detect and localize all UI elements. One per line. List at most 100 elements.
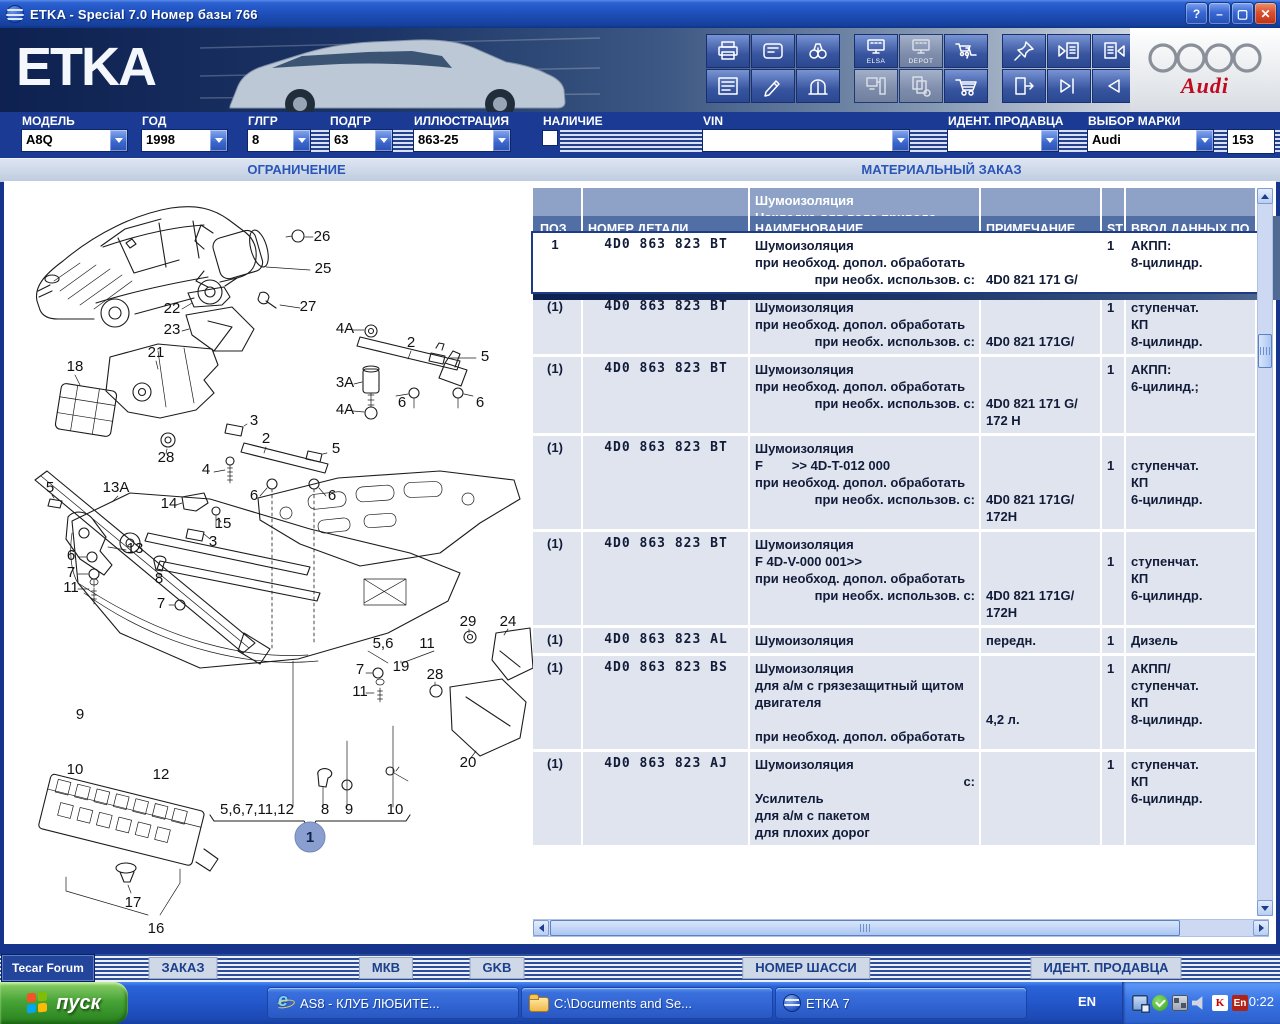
first-page-icon[interactable] <box>1047 69 1091 103</box>
diagram-callout-10[interactable]: 10 <box>387 801 404 818</box>
model-select[interactable]: A8Q <box>22 130 127 151</box>
diagram-callout-29[interactable]: 29 <box>460 613 477 630</box>
diagram-callout-5[interactable]: 5 <box>332 440 340 457</box>
diagram-callout-22[interactable]: 22 <box>164 300 181 317</box>
terminal-icon[interactable] <box>854 69 898 103</box>
diagram-callout-5,6[interactable]: 5,6 <box>373 635 394 652</box>
diagram-callout-16[interactable]: 16 <box>148 920 165 937</box>
minimize-button[interactable]: – <box>1209 3 1230 24</box>
language-square-icon[interactable]: En <box>1232 995 1248 1011</box>
cart-icon[interactable] <box>944 69 988 103</box>
diagram-callout-27[interactable]: 27 <box>300 298 317 315</box>
diagram-callout-14[interactable]: 14 <box>161 495 178 512</box>
diagram-callout-4A[interactable]: 4A <box>336 320 354 337</box>
diagram-callout-23[interactable]: 23 <box>164 321 181 338</box>
main-group-select[interactable]: 8 <box>248 130 310 151</box>
vin-input[interactable] <box>703 130 909 151</box>
diagram-callout-10[interactable]: 10 <box>67 761 84 778</box>
scroll-up-button[interactable] <box>1257 188 1273 204</box>
network-icon[interactable] <box>1172 995 1188 1011</box>
diagram-callout-15[interactable]: 15 <box>215 515 232 532</box>
diagram-callout-18[interactable]: 18 <box>67 358 84 375</box>
pin-icon[interactable] <box>1002 34 1046 68</box>
sub-group-select[interactable]: 63 <box>330 130 392 151</box>
diagram-callout-28[interactable]: 28 <box>158 449 175 466</box>
diagram-callout-12[interactable]: 12 <box>153 766 170 783</box>
task-button[interactable]: ЕТКА 7 <box>776 988 1026 1018</box>
kaspersky-icon[interactable]: K <box>1212 995 1228 1011</box>
diagram-callout-6[interactable]: 6 <box>250 487 258 504</box>
status-item[interactable]: НОМЕР ШАССИ <box>743 958 869 978</box>
volume-icon[interactable] <box>1192 995 1208 1011</box>
preview-icon[interactable] <box>751 34 795 68</box>
diagram-callout-6[interactable]: 6 <box>398 394 406 411</box>
horizontal-scroll-thumb[interactable] <box>550 920 1180 936</box>
start-button[interactable]: пуск <box>0 982 128 1024</box>
status-item[interactable]: GKB <box>471 958 524 978</box>
list-icon[interactable] <box>706 69 750 103</box>
year-select[interactable]: 1998 <box>142 130 227 151</box>
chevron-down-icon[interactable] <box>892 130 909 151</box>
diagram-callout-21[interactable]: 21 <box>148 344 165 361</box>
antivirus-shield-icon[interactable] <box>1152 995 1168 1011</box>
language-indicator[interactable]: EN <box>1078 994 1096 1009</box>
display-icon[interactable] <box>1132 995 1148 1011</box>
diagram-callout-2[interactable]: 2 <box>262 430 270 447</box>
maximize-button[interactable]: ▢ <box>1232 3 1253 24</box>
table-row[interactable]: (1)4D0 863 823 AJШумоизоляцияс:Усилитель… <box>533 752 1257 845</box>
diagram-callout-8[interactable]: 8 <box>155 570 163 587</box>
diagram-callout-9[interactable]: 9 <box>345 801 353 818</box>
diagram-callout-25[interactable]: 25 <box>315 260 332 277</box>
print-icon[interactable] <box>706 34 750 68</box>
table-row[interactable]: (1)4D0 863 823 BTШумоизоляцияF >> 4D-T-0… <box>533 436 1257 529</box>
chevron-down-icon[interactable] <box>293 130 310 151</box>
diagram-callout-11[interactable]: 11 <box>352 683 368 700</box>
prev-page-icon[interactable] <box>1047 34 1091 68</box>
diagram-callout-4[interactable]: 4 <box>202 461 210 478</box>
scroll-left-button[interactable] <box>533 920 549 936</box>
chevron-down-icon[interactable] <box>110 130 127 151</box>
diagram-callout-5,6,7,11,12[interactable]: 5,6,7,11,12 <box>220 801 294 818</box>
illustration-select[interactable]: 863-25 <box>414 130 510 151</box>
diagram-callout-6[interactable]: 6 <box>328 487 336 504</box>
status-item[interactable]: МКВ <box>360 958 412 978</box>
close-button[interactable]: ✕ <box>1255 3 1276 24</box>
vertical-scrollbar[interactable] <box>1257 188 1273 916</box>
task-button[interactable]: АS8 - КЛУБ ЛЮБИТЕ... <box>268 988 518 1018</box>
scroll-right-button[interactable] <box>1253 920 1269 936</box>
chevron-down-icon[interactable] <box>1196 130 1213 151</box>
diagram-callout-3[interactable]: 3 <box>250 412 258 429</box>
vertical-scroll-thumb[interactable] <box>1258 334 1272 368</box>
task-button[interactable]: C:\Documents and Se... <box>522 988 772 1018</box>
exit-icon[interactable] <box>1002 69 1046 103</box>
diagram-callout-11[interactable]: 11 <box>419 635 435 652</box>
table-row[interactable]: (1)4D0 863 823 BTШумоизоляцияпри необход… <box>533 295 1257 354</box>
diagram-callout-19[interactable]: 19 <box>393 658 410 675</box>
table-row[interactable]: (1)4D0 863 823 BSШумоизоляциядля а/м с г… <box>533 656 1257 749</box>
chevron-down-icon[interactable] <box>1041 130 1058 151</box>
table-row[interactable]: (1)4D0 863 823 BTШумоизоляцияF 4D-V-000 … <box>533 532 1257 625</box>
special-tools-icon[interactable] <box>796 69 840 103</box>
brand-select[interactable]: Audi <box>1088 130 1213 151</box>
diagram-callout-11[interactable]: 11 <box>63 579 79 596</box>
chevron-down-icon[interactable] <box>375 130 392 151</box>
chevron-down-icon[interactable] <box>493 130 510 151</box>
diagram-callout-4A[interactable]: 4A <box>336 401 354 418</box>
diagram-callout-24[interactable]: 24 <box>500 613 517 630</box>
search-parts-icon[interactable] <box>796 34 840 68</box>
scroll-down-button[interactable] <box>1257 900 1273 916</box>
diagram-callout-5[interactable]: 5 <box>481 348 489 365</box>
docs-icon[interactable] <box>899 69 943 103</box>
chevron-down-icon[interactable] <box>210 130 227 151</box>
diagram-callout-13[interactable]: 13 <box>127 540 144 557</box>
availability-checkbox[interactable] <box>543 131 557 145</box>
diagram-callout-28[interactable]: 28 <box>427 666 444 683</box>
edit-icon[interactable] <box>751 69 795 103</box>
diagram-callout-6[interactable]: 6 <box>67 547 75 564</box>
elsa-icon[interactable]: ELSA <box>854 34 898 68</box>
tecar-forum-button[interactable]: Tecar Forum <box>2 955 94 981</box>
diagram-callout-7[interactable]: 7 <box>157 595 165 612</box>
carts-icon[interactable] <box>944 34 988 68</box>
status-item[interactable]: ЗАКАЗ <box>150 958 217 978</box>
diagram-callout-3[interactable]: 3 <box>209 533 217 550</box>
